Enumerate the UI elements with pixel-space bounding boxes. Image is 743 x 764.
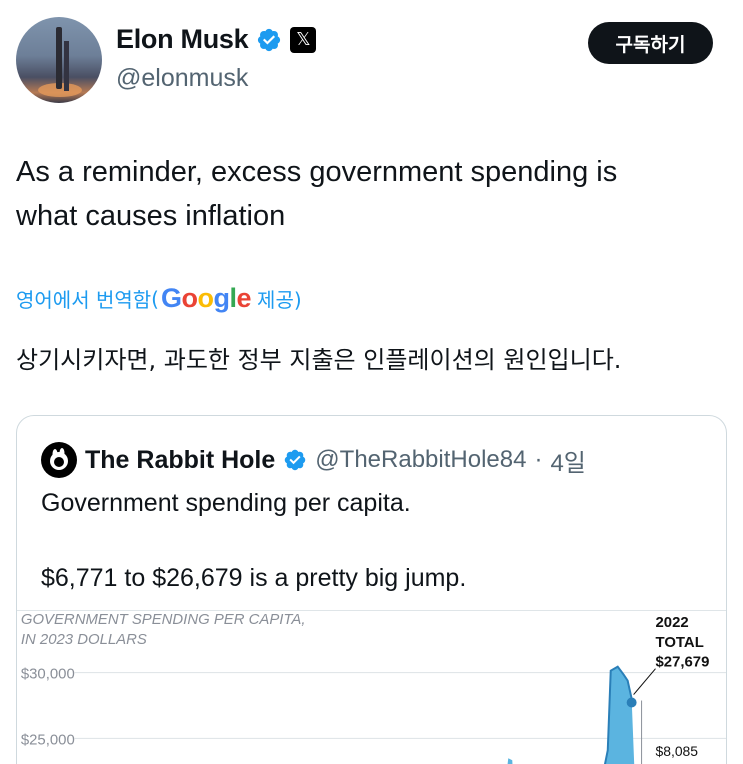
- translation-attribution[interactable]: 영어에서 번역함 ( Google 제공): [16, 283, 302, 314]
- separator-dot: ·: [534, 446, 543, 473]
- quoted-text-line: Government spending per capita.: [41, 489, 411, 517]
- quoted-tweet-card[interactable]: The Rabbit Hole @TheRabbitHole84 · 4일 Go…: [16, 415, 727, 764]
- chart-title: IN 2023 DOLLARS: [21, 631, 147, 648]
- verified-badge-icon: [258, 28, 281, 51]
- rabbit-hole-avatar[interactable]: [41, 442, 77, 478]
- tweet-text-line: As a reminder, excess government spendin…: [16, 156, 618, 188]
- google-letter: o: [181, 283, 199, 313]
- author-display-name[interactable]: Elon Musk: [116, 24, 249, 55]
- google-letter: e: [236, 283, 252, 313]
- quoted-author-handle[interactable]: @TheRabbitHole84: [315, 446, 526, 474]
- tweet-text-line: what causes inflation: [16, 200, 286, 232]
- quoted-author-name[interactable]: The Rabbit Hole: [85, 446, 275, 475]
- quoted-tweet-header: The Rabbit Hole @TheRabbitHole84 · 4일: [41, 442, 586, 478]
- google-letter: l: [229, 283, 238, 313]
- translation-suffix: 제공): [257, 288, 302, 312]
- translation-prefix: 영어에서 번역함: [16, 288, 152, 312]
- avatar[interactable]: [16, 17, 102, 103]
- open-paren: (: [151, 286, 159, 311]
- author-name-row: Elon Musk 𝕏: [116, 24, 317, 55]
- tweet-text: As a reminder, excess government spendin…: [16, 150, 716, 238]
- x-affiliation-icon: 𝕏: [290, 26, 317, 53]
- translated-text: 상기시키자면, 과도한 정부 지출은 인플레이션의 원인입니다.: [16, 346, 622, 374]
- spending-chart: GOVERNMENT SPENDING PER CAPITA, IN 2023 …: [17, 610, 726, 764]
- subscribe-button[interactable]: 구독하기: [588, 22, 713, 64]
- annotation-side-value: $8,085: [656, 743, 699, 759]
- annotation-total-value: $27,679: [656, 654, 710, 671]
- rabbit-icon: [50, 448, 68, 470]
- spending-area: [507, 666, 635, 764]
- y-tick-label: $25,000: [21, 731, 75, 748]
- quoted-timestamp[interactable]: 4일: [550, 443, 585, 478]
- annotation-year: 2022: [656, 614, 689, 631]
- google-letter: g: [213, 283, 231, 313]
- google-letter: o: [197, 283, 215, 313]
- google-logo: Google: [160, 283, 252, 314]
- verified-badge-icon: [285, 449, 306, 471]
- google-letter: G: [160, 283, 182, 313]
- launch-tower: [64, 41, 69, 91]
- author-handle[interactable]: @elonmusk: [116, 64, 248, 93]
- quoted-text-line: $6,771 to $26,679 is a pretty big jump.: [41, 564, 467, 592]
- highlight-point: [626, 697, 637, 708]
- annotation-total-label: TOTAL: [656, 634, 704, 651]
- y-tick-label: $30,000: [21, 666, 75, 683]
- rocket: [56, 27, 62, 89]
- chart-title: GOVERNMENT SPENDING PER CAPITA,: [21, 611, 306, 628]
